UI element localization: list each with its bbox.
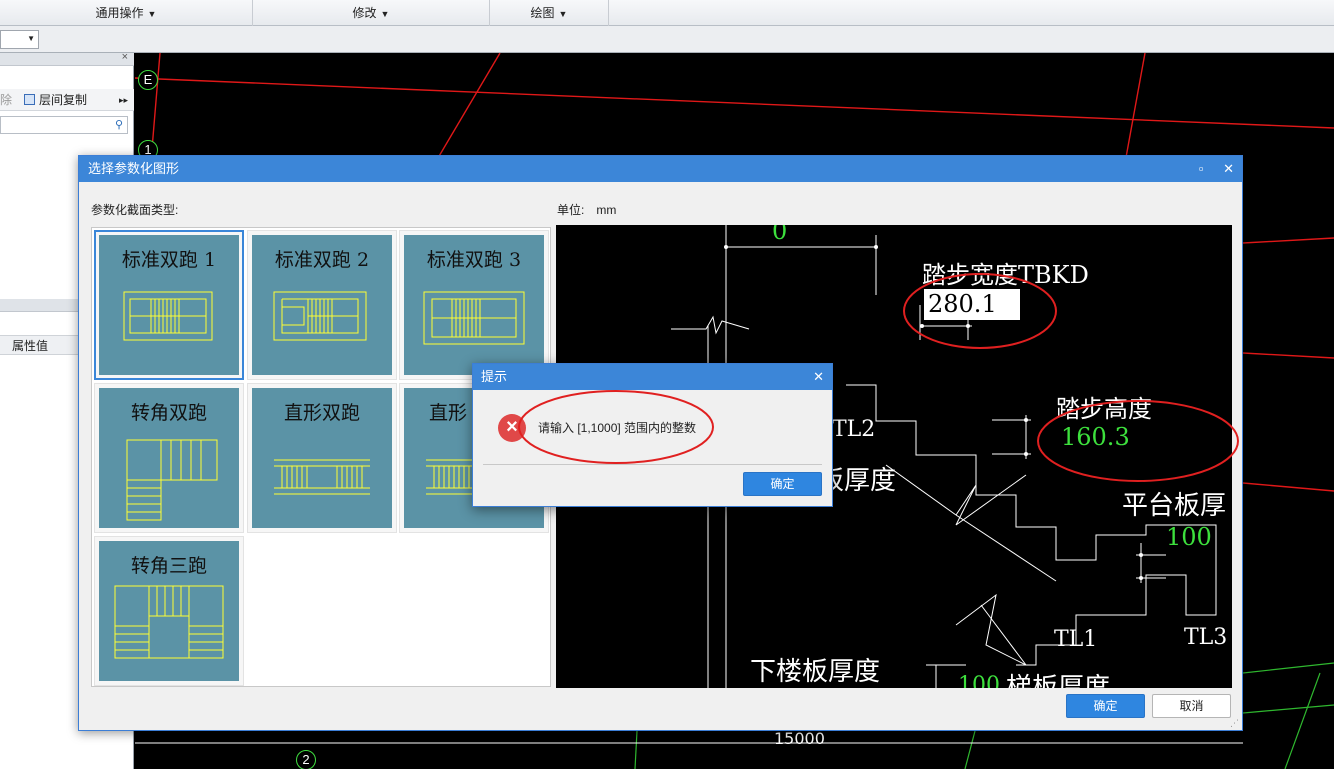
platform-thickness-label: 平台板厚 xyxy=(1122,491,1227,521)
top-value: 0 xyxy=(772,225,788,245)
ribbon-group-label: 修改 xyxy=(352,6,377,20)
ribbon-group-common-ops[interactable]: 通用操作 ▼ xyxy=(0,0,253,26)
copy-icon xyxy=(24,94,35,105)
error-icon: × xyxy=(498,414,526,442)
chevron-down-icon: ▼ xyxy=(27,34,35,43)
dialog-title-bar: 选择参数化图形 ▫ ✕ xyxy=(79,156,1242,182)
unit-value: mm xyxy=(596,203,617,217)
prompt-title: 提示 xyxy=(481,369,508,384)
tl3-label: TL3 xyxy=(1184,625,1228,650)
ribbon-group-label: 绘图 xyxy=(530,6,555,20)
tile-corner-triple[interactable]: 转角三跑 xyxy=(94,536,244,686)
panel-toolbar: 除 层间复制 ▸▸ xyxy=(0,89,134,111)
prompt-dialog: 提示 ✕ × 请输入 [1,1000] 范围内的整数 确定 xyxy=(472,363,833,507)
search-icon: ⚲ xyxy=(114,119,123,131)
chevron-down-icon: ▼ xyxy=(558,9,568,19)
chevron-down-icon: ▼ xyxy=(147,9,157,19)
tile-thumbnail: 标准双跑 2 xyxy=(252,235,392,375)
stair-plan-icon xyxy=(123,291,213,341)
tile-thumbnail: 转角双跑 xyxy=(99,388,239,528)
tread-height-value[interactable]: 160.3 xyxy=(1061,423,1130,451)
more-icon[interactable]: ▸▸ xyxy=(119,89,128,111)
axis-marker-2: 2 xyxy=(296,750,316,769)
ribbon: 通用操作 ▼ 修改 ▼ 绘图 ▼ xyxy=(0,0,1334,26)
section-type-label: 参数化截面类型: xyxy=(91,203,179,217)
tile-thumbnail: 标准双跑 1 xyxy=(99,235,239,375)
tl2-label: TL2 xyxy=(832,417,876,442)
tile-straight-double[interactable]: 直形双跑 xyxy=(247,383,397,533)
dimension-label: 15000 xyxy=(774,729,825,748)
search-input[interactable]: ⚲ xyxy=(0,116,128,134)
chevron-down-icon: ▼ xyxy=(380,9,390,19)
stair-plan-icon xyxy=(114,585,224,659)
divider xyxy=(483,464,822,465)
tile-standard-double-3[interactable]: 标准双跑 3 xyxy=(399,230,549,380)
axis-marker-e: E xyxy=(138,70,158,90)
panel-header: × xyxy=(0,51,134,66)
tread-width-label: 踏步宽度TBKD xyxy=(922,261,1089,289)
tile-corner-double[interactable]: 转角双跑 xyxy=(94,383,244,533)
resize-grip-icon[interactable]: ⋰ xyxy=(1230,718,1240,728)
prompt-ok-button[interactable]: 确定 xyxy=(743,472,822,496)
delete-button[interactable]: 除 xyxy=(0,89,12,111)
lower-slab-label: 下楼板厚度 xyxy=(750,657,881,687)
stair-section-icon xyxy=(274,459,370,495)
tl1-label: TL1 xyxy=(1054,627,1098,652)
tile-thumbnail: 转角三跑 xyxy=(99,541,239,681)
unit-caption: 单位: xyxy=(557,203,585,217)
stair-plan-icon xyxy=(273,291,367,341)
tile-thumbnail: 标准双跑 3 xyxy=(404,235,544,375)
tread-height-label: 踏步高度 xyxy=(1056,395,1152,423)
ribbon-group-draw[interactable]: 绘图 ▼ xyxy=(490,0,609,26)
property-value-header: 属性值 xyxy=(12,339,49,353)
floor-copy-label: 层间复制 xyxy=(39,93,88,107)
maximize-icon[interactable]: ▫ xyxy=(1199,156,1204,182)
dialog-title: 选择参数化图形 xyxy=(88,161,180,176)
stair-slab-label: 梯板厚度 xyxy=(1006,673,1111,688)
platform-thickness-value[interactable]: 100 xyxy=(1166,523,1212,551)
stair-slab-value[interactable]: 100 xyxy=(958,673,1000,688)
prompt-message: 请输入 [1,1000] 范围内的整数 xyxy=(538,421,697,435)
floor-copy-button[interactable]: 层间复制 xyxy=(24,89,87,111)
floor-select[interactable]: ▼ xyxy=(0,30,39,49)
tile-standard-double-2[interactable]: 标准双跑 2 xyxy=(247,230,397,380)
stair-plan-icon xyxy=(126,439,218,521)
confirm-button[interactable]: 确定 xyxy=(1066,694,1145,718)
tile-thumbnail: 直形双跑 xyxy=(252,388,392,528)
tread-width-input[interactable]: 280.1 xyxy=(924,289,1020,320)
secondary-toolbar: ▼ xyxy=(0,26,1334,53)
stair-plan-icon xyxy=(423,291,525,345)
tile-standard-double-1[interactable]: 标准双跑 1 xyxy=(94,230,244,380)
ribbon-group-label: 通用操作 xyxy=(95,6,144,20)
cancel-button[interactable]: 取消 xyxy=(1152,694,1231,718)
prompt-title-bar: 提示 ✕ xyxy=(473,364,832,390)
close-icon[interactable]: × xyxy=(122,51,128,63)
close-icon[interactable]: ✕ xyxy=(1223,156,1234,182)
app-window: 通用操作 ▼ 修改 ▼ 绘图 ▼ ▼ × 除 层间复制 ▸▸ ⚲ 属性值 E 1… xyxy=(0,0,1334,769)
ribbon-group-modify[interactable]: 修改 ▼ xyxy=(253,0,490,26)
unit-label: 单位: mm xyxy=(557,201,616,218)
close-icon[interactable]: ✕ xyxy=(813,364,824,390)
